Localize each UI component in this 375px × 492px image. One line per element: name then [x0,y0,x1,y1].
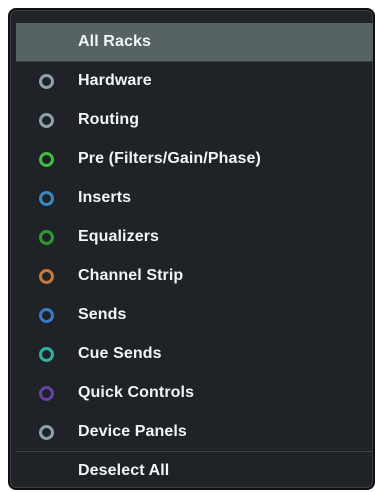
menu-item-label: Inserts [78,189,132,206]
menu-item-inserts[interactable]: Inserts [16,179,373,217]
menu-item-device-panels[interactable]: Device Panels [16,413,373,451]
menu-item-pre[interactable]: Pre (Filters/Gain/Phase) [16,140,373,178]
menu-item-label: Device Panels [78,423,187,440]
menu-item-routing[interactable]: Routing [16,101,373,139]
menu-item-label: Routing [78,111,140,128]
menu-item-label: Channel Strip [78,267,184,284]
menu-item-label: Hardware [78,72,152,89]
rack-filter-menu: All Racks Hardware Routing Pre (Filters/… [8,8,375,490]
circle-ring-icon [39,190,54,206]
circle-ring-icon [39,307,54,323]
menu-item-label: Quick Controls [78,384,195,401]
screen: All Racks Hardware Routing Pre (Filters/… [0,0,375,492]
menu-item-channel-strip[interactable]: Channel Strip [16,257,373,295]
circle-ring-icon [39,424,54,440]
circle-ring-icon [39,112,54,128]
menu-item-equalizers[interactable]: Equalizers [16,218,373,256]
menu-item-label: All Racks [78,33,151,50]
menu-item-sends[interactable]: Sends [16,296,373,334]
menu-item-hardware[interactable]: Hardware [16,62,373,100]
circle-ring-icon [39,346,54,362]
menu-item-label: Cue Sends [78,345,162,362]
menu-item-label: Deselect All [78,462,170,479]
circle-ring-icon [39,151,54,167]
circle-ring-icon [39,268,54,284]
menu-item-quick-controls[interactable]: Quick Controls [16,374,373,412]
circle-ring-icon [39,229,54,245]
menu-item-label: Equalizers [78,228,160,245]
menu-item-cue-sends[interactable]: Cue Sends [16,335,373,373]
circle-ring-icon [39,73,54,89]
menu-item-label: Pre (Filters/Gain/Phase) [78,150,261,167]
menu-item-label: Sends [78,306,127,323]
menu-item-all-racks[interactable]: All Racks [16,23,373,61]
menu-item-deselect-all[interactable]: Deselect All [16,452,373,488]
circle-ring-icon [39,385,54,401]
